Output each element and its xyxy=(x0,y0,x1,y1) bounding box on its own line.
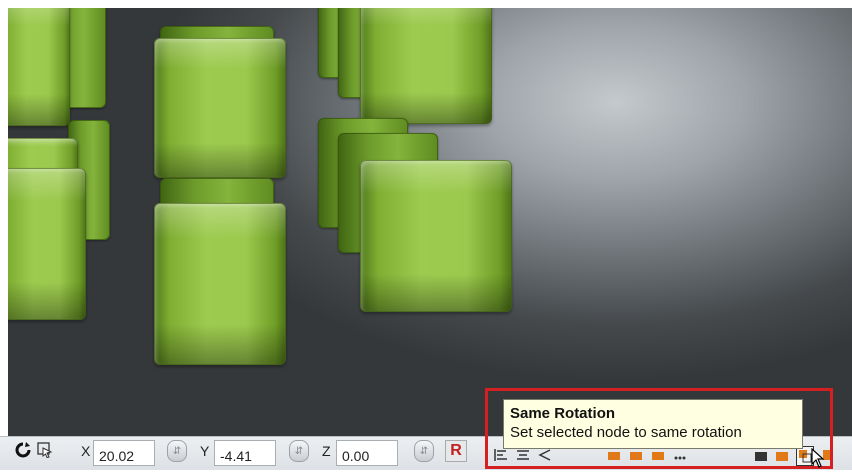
x-coordinate-field[interactable]: 20.02 xyxy=(93,440,155,466)
tooltip: Same Rotation Set selected node to same … xyxy=(503,399,803,449)
y-spin-button[interactable]: ⇵ xyxy=(289,440,309,462)
y-axis-label: Y xyxy=(200,443,210,459)
reset-button[interactable]: R xyxy=(445,440,467,462)
z-coordinate-field[interactable]: 0.00 xyxy=(336,440,398,466)
cube[interactable] xyxy=(8,8,70,126)
x-axis-label: X xyxy=(81,443,91,459)
cube[interactable] xyxy=(154,203,286,365)
mouse-cursor-icon xyxy=(811,447,825,468)
cube[interactable] xyxy=(154,38,286,178)
select-node-icon[interactable] xyxy=(36,441,54,459)
y-coordinate-field[interactable]: -4.41 xyxy=(214,440,276,466)
3d-viewport[interactable] xyxy=(8,8,852,436)
tooltip-description: Set selected node to same rotation xyxy=(510,424,742,441)
cube[interactable] xyxy=(360,8,492,124)
z-spin-button[interactable]: ⇵ xyxy=(414,440,434,462)
rotate-icon[interactable] xyxy=(14,441,32,459)
cube[interactable] xyxy=(8,168,86,320)
x-spin-button[interactable]: ⇵ xyxy=(167,440,187,462)
z-axis-label: Z xyxy=(322,443,331,459)
tooltip-title: Same Rotation xyxy=(510,405,616,422)
cube[interactable] xyxy=(360,160,512,312)
